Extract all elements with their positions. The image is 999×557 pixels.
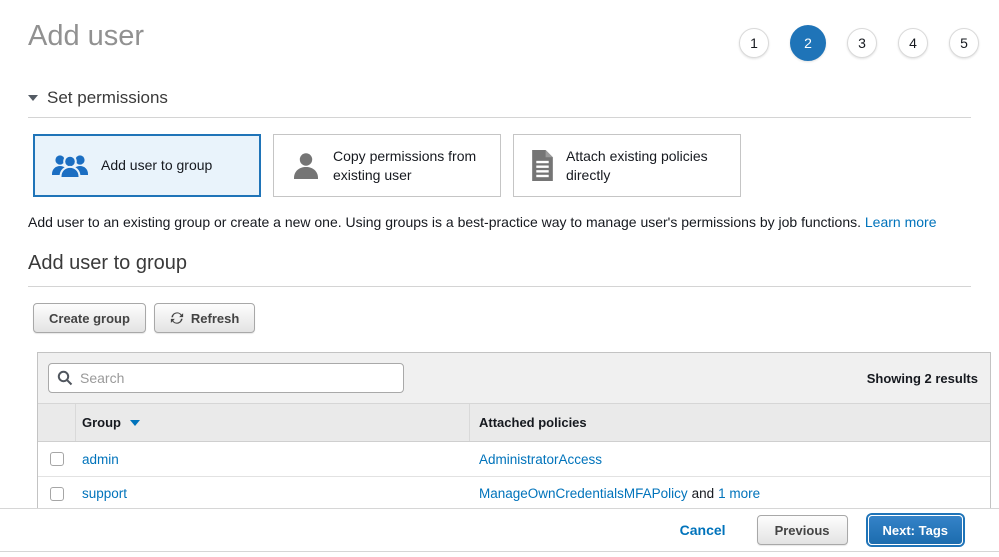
page-content: Add user 1 2 3 4 5 Set permissions: [0, 0, 999, 511]
learn-more-link[interactable]: Learn more: [865, 214, 937, 230]
search-icon: [57, 370, 73, 391]
row-checkbox-support[interactable]: [50, 487, 64, 501]
card-label: Copy permissions from existing user: [333, 147, 490, 183]
section-title: Set permissions: [47, 88, 168, 108]
section-description: Add user to an existing group or create …: [28, 214, 971, 230]
header: Add user 1 2 3 4 5: [28, 0, 971, 61]
user-group-icon: [50, 152, 90, 180]
collapse-caret-icon: [28, 95, 38, 101]
page-title: Add user: [28, 20, 144, 53]
table-header: Group Attached policies: [38, 404, 990, 442]
policy-link[interactable]: ManageOwnCredentialsMFAPolicy: [479, 486, 688, 501]
card-label: Attach existing policies directly: [566, 147, 730, 183]
wizard-footer: Cancel Previous Next: Tags: [0, 508, 999, 552]
and-text: and: [692, 486, 715, 501]
step-5: 5: [949, 28, 979, 58]
refresh-icon: [170, 311, 184, 325]
search-input[interactable]: [48, 363, 404, 393]
policy-document-icon: [530, 150, 555, 181]
group-link-admin[interactable]: admin: [82, 452, 119, 467]
search-box: [48, 363, 404, 393]
header-checkbox-cell: [38, 404, 76, 441]
table-row: support ManageOwnCredentialsMFAPolicy an…: [38, 476, 990, 510]
card-attach-policies[interactable]: Attach existing policies directly: [513, 134, 741, 197]
groups-table: Showing 2 results Group Attached policie…: [37, 352, 991, 511]
step-4: 4: [898, 28, 928, 58]
group-actions: Create group Refresh: [33, 303, 971, 333]
results-count: Showing 2 results: [867, 371, 980, 386]
more-policies-link[interactable]: 1 more: [718, 486, 760, 501]
single-user-icon: [290, 151, 322, 181]
sort-desc-icon: [130, 420, 140, 426]
group-link-support[interactable]: support: [82, 486, 127, 501]
group-section-title: Add user to group: [28, 252, 971, 287]
table-row: admin AdministratorAccess: [38, 442, 990, 476]
column-header-policies[interactable]: Attached policies: [470, 404, 990, 441]
table-toolbar: Showing 2 results: [38, 353, 990, 404]
policy-link[interactable]: AdministratorAccess: [479, 452, 602, 467]
column-header-group[interactable]: Group: [76, 404, 470, 441]
cancel-button[interactable]: Cancel: [680, 522, 726, 538]
create-group-button[interactable]: Create group: [33, 303, 146, 333]
permission-option-cards: Add user to group Copy permissions from …: [33, 134, 971, 197]
refresh-button[interactable]: Refresh: [154, 303, 255, 333]
step-3: 3: [847, 28, 877, 58]
wizard-steps: 1 2 3 4 5: [739, 25, 979, 61]
row-checkbox-admin[interactable]: [50, 452, 64, 466]
next-tags-button[interactable]: Next: Tags: [868, 515, 964, 545]
step-1: 1: [739, 28, 769, 58]
step-2-active: 2: [790, 25, 826, 61]
previous-button[interactable]: Previous: [757, 515, 848, 545]
card-label: Add user to group: [101, 156, 212, 174]
card-copy-permissions[interactable]: Copy permissions from existing user: [273, 134, 501, 197]
card-add-user-to-group[interactable]: Add user to group: [33, 134, 261, 197]
set-permissions-header[interactable]: Set permissions: [28, 88, 971, 118]
